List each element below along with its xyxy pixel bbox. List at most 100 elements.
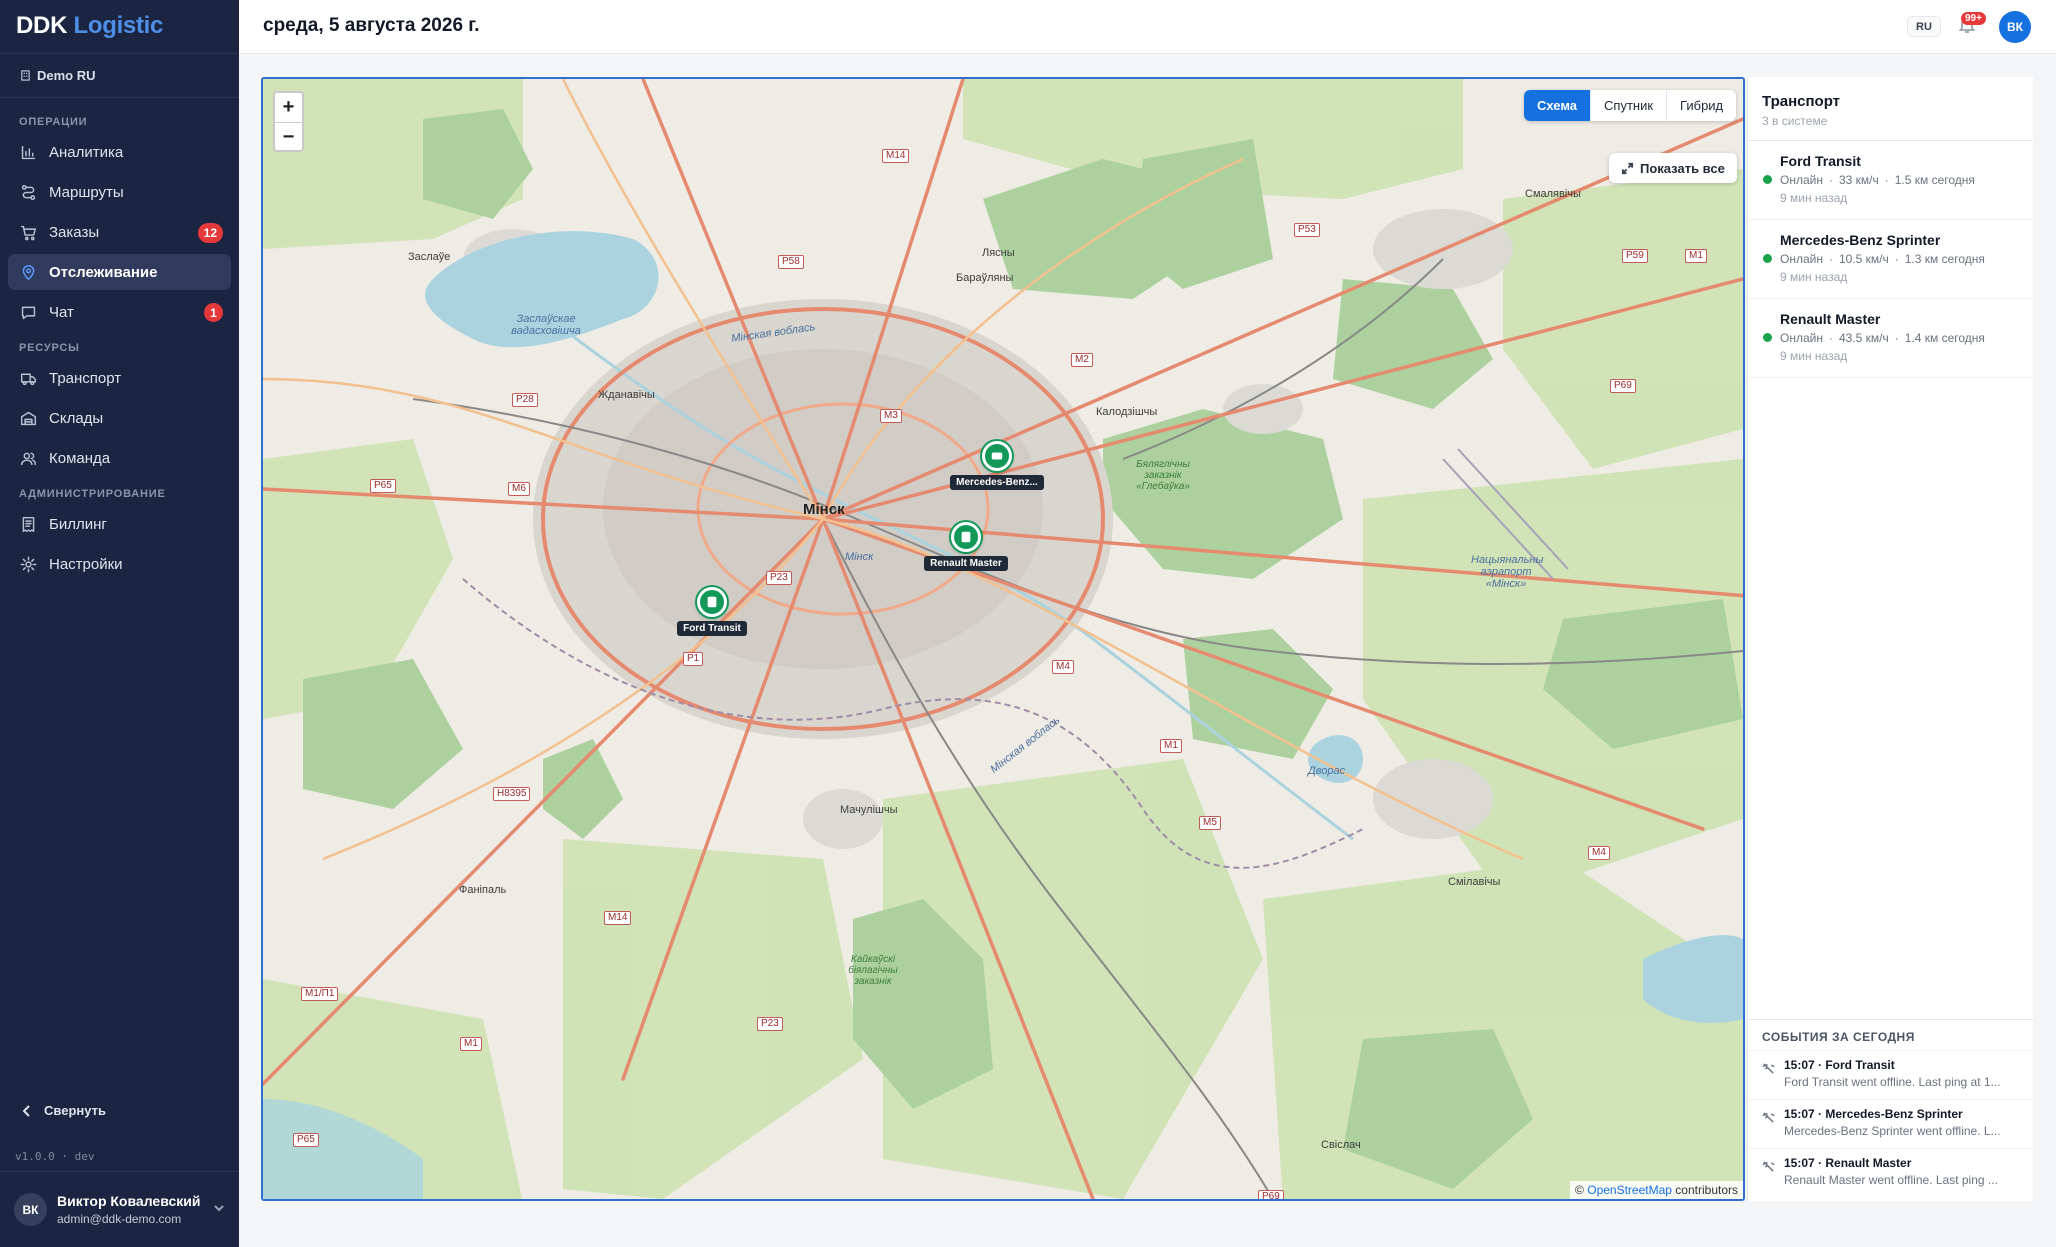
road-shield: M6 — [508, 482, 530, 496]
warehouse-icon — [19, 409, 37, 427]
road-shield: M5 — [1199, 816, 1221, 830]
vehicle-speed: 10.5 км/ч — [1838, 252, 1889, 266]
sidebar-item-chat[interactable]: Чат 1 — [8, 294, 231, 330]
nav-section-admin: АДМИНИСТРИРОВАНИЕ — [19, 488, 166, 500]
road-shield: M1 — [460, 1037, 482, 1051]
event-item[interactable]: 15:07 · Mercedes-Benz Sprinter Mercedes-… — [1748, 1099, 2034, 1148]
vehicle-name: Mercedes-Benz Sprinter — [1780, 232, 1941, 248]
chevron-left-icon — [22, 1104, 30, 1117]
road-shield: M4 — [1588, 846, 1610, 860]
sidebar-item-analytics[interactable]: Аналитика — [8, 134, 231, 170]
sidebar-item-billing[interactable]: Биллинг — [8, 506, 231, 542]
vehicle-last-seen: 9 мин назад — [1780, 349, 1848, 363]
road-shield: P58 — [778, 255, 804, 269]
vehicle-distance: 1.4 км сегодня — [1904, 331, 1985, 345]
online-status-dot — [1763, 254, 1772, 263]
sidebar-item-label: Биллинг — [49, 515, 107, 533]
notifications-badge: 99+ — [1961, 12, 1986, 25]
map-label-smalyavichy: Смалявічы — [1525, 188, 1581, 200]
map-label-kalodzishchy: Калодзішчы — [1096, 406, 1158, 418]
map-label-baraulyany: Бараўляны — [956, 272, 1014, 284]
vehicle-list-item[interactable]: Ford Transit Онлайн · 33 км/ч · 1.5 км сегод… — [1748, 141, 2033, 220]
vehicle-distance: 1.3 км сегодня — [1904, 252, 1985, 266]
map-type-scheme-button[interactable]: Схема — [1524, 90, 1591, 121]
collapse-sidebar-button[interactable]: Свернуть — [20, 1103, 106, 1118]
sidebar-item-label: Транспорт — [49, 369, 122, 387]
osm-link[interactable]: OpenStreetMap — [1587, 1183, 1672, 1197]
truck-icon — [19, 369, 37, 387]
avatar[interactable]: ВК — [1999, 11, 2031, 43]
user-menu[interactable]: ВК Виктор Ковалевский admin@ddk-demo.com — [0, 1171, 239, 1247]
zoom-out-button[interactable]: − — [275, 122, 302, 150]
sidebar-item-tracking[interactable]: Отслеживание — [8, 254, 231, 290]
nav-section-resources: РЕСУРСЫ — [19, 342, 80, 354]
road-shield: M1/П1 — [301, 987, 339, 1001]
show-all-button[interactable]: Показать все — [1609, 153, 1737, 183]
vehicle-last-seen: 9 мин назад — [1780, 191, 1848, 205]
users-icon — [19, 449, 37, 467]
online-status-dot — [1763, 175, 1772, 184]
bar-chart-icon — [19, 143, 37, 161]
map-type-hybrid-button[interactable]: Гибрид — [1666, 90, 1736, 121]
sidebar-item-orders[interactable]: Заказы 12 — [8, 214, 231, 250]
map-attribution: © OpenStreetMap contributors — [1570, 1181, 1743, 1199]
event-text: Renault Master went offline. Last ping .… — [1784, 1173, 1998, 1187]
map-label-svislach: Свіслач — [1321, 1139, 1361, 1151]
sidebar-item-label: Отслеживание — [49, 263, 158, 281]
sidebar-item-warehouses[interactable]: Склады — [8, 400, 231, 436]
cart-icon — [19, 223, 37, 241]
workspace-switcher[interactable]: Demo RU — [0, 54, 239, 98]
event-item[interactable]: 15:07 · Ford Transit Ford Transit went o… — [1748, 1050, 2034, 1099]
van-icon — [951, 522, 981, 552]
user-name: Виктор Ковалевский — [57, 1193, 201, 1209]
road-shield: P65 — [293, 1133, 319, 1147]
sidebar-item-team[interactable]: Команда — [8, 440, 231, 476]
map-label-zhdanovichy: Жданавічы — [598, 389, 655, 401]
top-header: среда, 5 августа 2026 г. RU 99+ ВК — [239, 0, 2056, 54]
vehicle-stats: Онлайн · 43.5 км/ч · 1.4 км сегодня — [1780, 331, 1985, 345]
road-shield: P65 — [370, 479, 396, 493]
sidebar-item-transport[interactable]: Транспорт — [8, 360, 231, 396]
vehicle-list-item[interactable]: Renault Master Онлайн · 43.5 км/ч · 1.4 км с… — [1748, 299, 2033, 378]
vehicle-marker-renault-master[interactable]: Renault Master — [924, 522, 1008, 571]
show-all-label: Показать все — [1640, 160, 1725, 176]
sidebar-item-label: Настройки — [49, 555, 123, 573]
van-icon — [697, 587, 727, 617]
vehicle-status: Онлайн — [1780, 173, 1823, 187]
vehicle-marker-ford-transit[interactable]: Ford Transit — [677, 587, 747, 636]
vehicles-panel: Транспорт 3 в системе Ford Transit Онлай… — [1747, 77, 2034, 1201]
map-label-dvorishche: Дворас — [1308, 765, 1346, 777]
vehicle-list-item[interactable]: Mercedes-Benz Sprinter Онлайн · 10.5 км/ч ·… — [1748, 220, 2033, 299]
road-shield: M1 — [1685, 249, 1707, 263]
logo-accent-text: Logistic — [73, 12, 164, 39]
map-label-machulishchy: Мачулішчы — [840, 804, 898, 816]
vehicle-marker-label: Mercedes-Benz... — [950, 475, 1044, 490]
map-label-lyasny: Лясны — [982, 247, 1015, 259]
sidebar-item-routes[interactable]: Маршруты — [8, 174, 231, 210]
avatar: ВК — [14, 1193, 47, 1226]
vehicle-speed: 33 км/ч — [1838, 173, 1879, 187]
sidebar-item-label: Аналитика — [49, 143, 124, 161]
language-switcher[interactable]: RU — [1907, 16, 1941, 37]
zoom-in-button[interactable]: + — [275, 93, 302, 122]
orders-count-badge: 12 — [197, 223, 223, 243]
vehicle-marker-mercedes[interactable]: Mercedes-Benz... — [950, 441, 1044, 490]
map-label-minsk-river: Мінск — [845, 551, 874, 563]
expand-icon — [1621, 162, 1634, 174]
event-title: 15:07 · Renault Master — [1784, 1156, 1912, 1170]
road-shield: P1 — [683, 652, 704, 666]
map-label-smilavichy: Смілавічы — [1448, 876, 1501, 888]
app-version: v1.0.0 · dev — [15, 1150, 95, 1163]
road-shield: M14 — [882, 149, 910, 163]
event-title: 15:07 · Mercedes-Benz Sprinter — [1784, 1107, 1963, 1121]
event-item[interactable]: 15:07 · Renault Master Renault Master we… — [1748, 1148, 2034, 1197]
zoom-control: + − — [273, 91, 304, 152]
van-icon — [982, 441, 1012, 471]
sidebar-item-settings[interactable]: Настройки — [8, 546, 231, 582]
route-icon — [19, 183, 37, 201]
app-logo[interactable]: DDK Logistic — [0, 0, 239, 54]
attribution-suffix: contributors — [1675, 1183, 1738, 1197]
map-type-satellite-button[interactable]: Спутник — [1590, 90, 1666, 121]
vehicle-status: Онлайн — [1780, 252, 1823, 266]
tracking-map[interactable]: Мінск Мінск Заслаўе Лясны Бараўляны Смал… — [261, 77, 1745, 1201]
